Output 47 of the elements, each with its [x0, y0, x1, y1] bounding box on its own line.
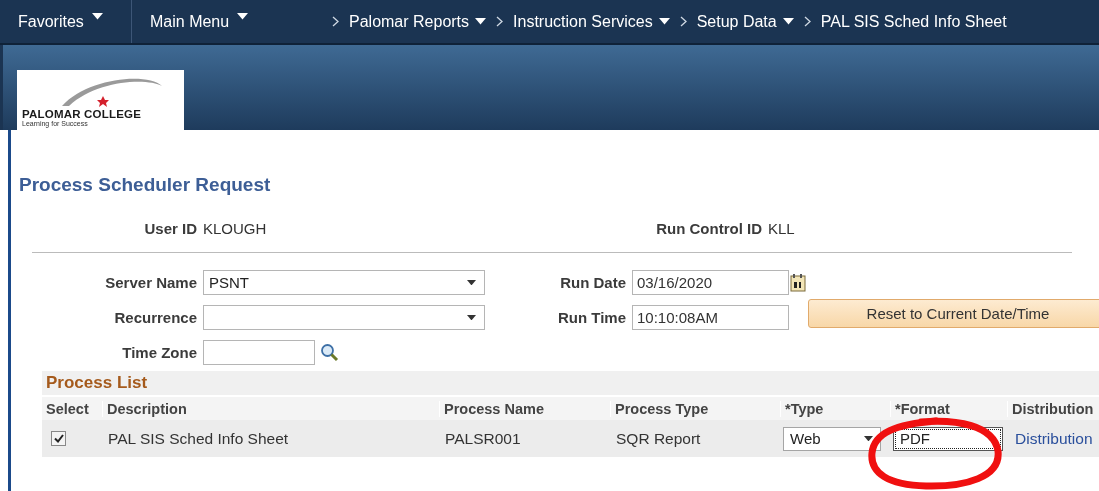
search-icon[interactable]	[320, 343, 339, 362]
column-header: Distribution	[1007, 400, 1099, 417]
field-label: User ID	[143, 219, 198, 237]
page-title: Process Scheduler Request	[19, 173, 272, 197]
distribution-link[interactable]: Distribution	[1007, 429, 1099, 448]
section-title: Process List	[42, 371, 1099, 395]
breadcrumb-link[interactable]: Palomar Reports	[349, 12, 487, 31]
logo-name: PALOMAR COLLEGE	[22, 108, 143, 120]
column-header: *Type	[780, 400, 890, 417]
breadcrumb-link[interactable]: Instruction Services	[513, 12, 670, 31]
column-header: Process Type	[610, 400, 780, 417]
caret-icon	[467, 279, 476, 286]
caret-icon	[864, 435, 873, 442]
caret-icon	[237, 13, 249, 20]
breadcrumb-link[interactable]: Setup Data	[696, 12, 794, 31]
field-label: Time Zone	[121, 344, 198, 361]
timezone-field[interactable]	[203, 340, 315, 365]
chevron-icon	[332, 16, 339, 27]
field-value: KLL	[768, 219, 796, 237]
date-field[interactable]: 03/16/2020	[632, 270, 789, 295]
select-checkbox[interactable]	[51, 431, 66, 446]
caret-icon	[467, 314, 476, 321]
field-label: Server Name	[104, 274, 198, 291]
field-label: Run Control ID	[655, 219, 763, 237]
server-select[interactable]: PSNT	[203, 270, 485, 295]
chevron-icon	[803, 16, 811, 27]
breadcrumb-link[interactable]: PAL SIS Sched Info Sheet	[820, 12, 1007, 31]
chevron-icon	[679, 16, 687, 27]
column-header: Description	[102, 400, 439, 417]
field-label: Run Date	[559, 274, 627, 291]
column-header: Process Name	[439, 400, 610, 417]
caret-icon	[91, 13, 103, 20]
type-select[interactable]: Web	[783, 426, 881, 451]
time-field[interactable]: 10:10:08AM	[632, 305, 789, 330]
column-header: *Format	[890, 400, 1007, 417]
calendar-icon[interactable]	[790, 273, 806, 292]
field-label: Run Time	[556, 309, 627, 326]
chevron-icon	[496, 16, 504, 27]
field-value: KLOUGH	[203, 219, 268, 237]
table-cell-text: SQR Report	[615, 429, 702, 448]
reset-button[interactable]: Reset to Current Date/Time	[808, 299, 1099, 328]
field-label: Recurrence	[113, 309, 198, 326]
nav-menu[interactable]: Main Menu	[132, 0, 292, 43]
table-cell-text: PAL SIS Sched Info Sheet	[107, 429, 290, 448]
nav-menu[interactable]: Favorites	[0, 0, 132, 43]
column-header: Select	[45, 400, 90, 417]
table-cell-text: PALSR001	[444, 429, 522, 448]
